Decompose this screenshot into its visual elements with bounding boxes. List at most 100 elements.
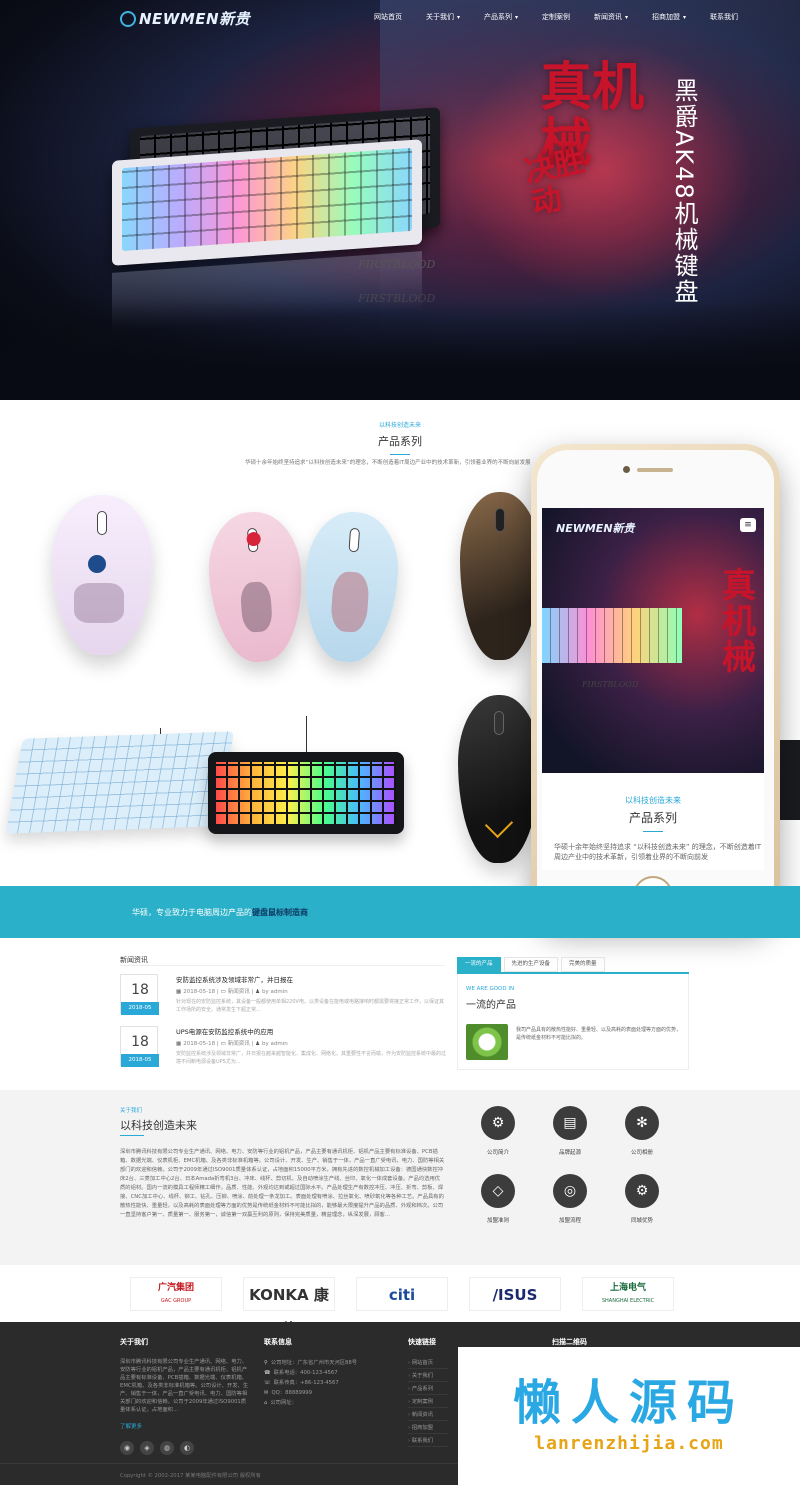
about-title: 以科技创造未来 <box>120 1119 197 1132</box>
nav-item-2[interactable]: 产品系列 ▾ <box>472 12 530 22</box>
news-month: 2018-05 <box>121 1002 159 1015</box>
feature-tabs: 一流的产品 先进的生产设备 完美的质量 <box>457 957 687 972</box>
about-kicker: 关于我们 <box>120 1108 143 1114</box>
footer-quick-links: 网站首页关于我们产品系列定制案例新闻资讯招商加盟联系我们 <box>408 1356 448 1447</box>
news-item[interactable]: 18 2018-05 UPS电源在安防监控系统中的应用 ▦ 2018-05-18 | ▭… <box>120 1026 450 1084</box>
calendar-icon: ▦ <box>176 1041 182 1047</box>
tab-0[interactable]: 一流的产品 <box>457 957 501 972</box>
news-day: 18 <box>131 1034 149 1050</box>
partner-logo[interactable]: 上海电气 SHANGHAI ELECTRIC <box>582 1277 674 1311</box>
share-icon[interactable]: ◐ <box>180 1441 194 1455</box>
phone-screen: NEWMEN新贵 ≡ 真机械 FIRSTBLOOD 以科技创造未来 产品系列 华… <box>542 508 764 870</box>
partner-logo[interactable]: /ISUS <box>469 1277 561 1311</box>
calendar-icon: ▦ <box>176 989 182 995</box>
phone-speaker <box>637 468 673 472</box>
hero-subtitle: 黑爵AK48机械键盘 <box>670 78 698 305</box>
nav-item-0[interactable]: 网站首页 <box>362 12 414 22</box>
contact-row: ☎ 联系电话：400-123-4567 <box>264 1368 338 1376</box>
quick-link[interactable]: 网站首页 <box>408 1356 448 1369</box>
phone-logo[interactable]: NEWMEN新贵 <box>556 520 635 536</box>
qq-icon[interactable]: ◍ <box>160 1441 174 1455</box>
product-mouse-brown[interactable] <box>460 492 540 660</box>
product-mouse-black-gaming[interactable] <box>458 695 540 863</box>
news-date-box: 18 2018-05 <box>120 1026 159 1067</box>
qq-icon: ✉ <box>264 1390 269 1396</box>
news-category[interactable]: 新闻资讯 <box>228 1041 250 1047</box>
news-category[interactable]: 新闻资讯 <box>228 989 250 995</box>
news-excerpt: 针对现在的安防监控系统，其设备一般都使用单相220V电。以类设备在能电或电路接响… <box>176 999 444 1013</box>
phone-icon: ☎ <box>264 1370 271 1376</box>
tab-panel-kicker: WE ARE GOOD IN <box>466 986 515 992</box>
partner-sub: GAC GROUP <box>160 1298 192 1304</box>
quick-link[interactable]: 产品系列 <box>408 1382 448 1395</box>
feature-0[interactable]: ⚙ 公司简介 <box>468 1106 528 1156</box>
watermark-domain: lanrenzhijia.com <box>534 1433 724 1454</box>
phone-keyboard-brand: FIRSTBLOOD <box>582 680 639 689</box>
partner-sub: SHANGHAI ELECTRIC <box>601 1298 655 1304</box>
partner-logos: 广汽集团 GAC GROUP KONKA 康佳 citi/ISUS 上海电气 SHANGH… <box>0 1265 800 1338</box>
news-date: 2018-05-18 <box>183 1041 216 1047</box>
quick-link[interactable]: 新闻资讯 <box>408 1408 448 1421</box>
partner-name: citi <box>388 1286 416 1304</box>
news-excerpt: 安防监控系统涉及领域非常广，并日报在越来越智能化、集成化、网络化。其重要性不言而… <box>176 1051 447 1065</box>
quick-link[interactable]: 招商加盟 <box>408 1421 448 1434</box>
products-divider <box>390 454 410 455</box>
hero-keyboard-white <box>112 139 422 266</box>
nav-item-1[interactable]: 关于我们 ▾ <box>414 12 472 22</box>
footer-contact-title: 联系信息 <box>264 1338 292 1346</box>
products-kicker: 以科技创造未来 <box>378 422 421 429</box>
phone-hero-keyboard <box>542 608 682 663</box>
nav-item-label: 招商加盟 <box>652 13 681 21</box>
feature-label: 加盟流程 <box>558 1218 581 1224</box>
logo-mark-icon <box>120 11 136 27</box>
product-mouse-pink[interactable] <box>204 508 308 666</box>
news-author: by admin <box>262 1041 288 1047</box>
partner-logo[interactable]: citi <box>356 1277 448 1311</box>
wechat-icon[interactable]: ◉ <box>120 1441 134 1455</box>
feature-3[interactable]: ◇ 加盟准则 <box>468 1174 528 1224</box>
tab-1[interactable]: 先进的生产设备 <box>503 957 559 972</box>
nav-item-3[interactable]: 定制案例 <box>530 12 582 22</box>
tab-2[interactable]: 完美的质量 <box>561 957 605 972</box>
phone-kicker: 以科技创造未来 <box>625 796 681 805</box>
feature-4[interactable]: ◎ 加盟流程 <box>540 1174 600 1224</box>
news-headline[interactable]: UPS电源在安防监控系统中的应用 <box>176 1026 273 1036</box>
news-meta: ▦ 2018-05-18 | ▭ 新闻资讯 | ♟ by admin <box>176 1041 288 1047</box>
partner-logo[interactable]: KONKA 康佳 <box>243 1277 335 1338</box>
gears-icon: ⚙ <box>625 1174 659 1208</box>
news-day: 18 <box>131 982 149 998</box>
folder-icon: ▭ <box>220 989 226 995</box>
nav-item-label: 新闻资讯 <box>594 13 623 21</box>
contact-row: ⚲ 公司地址：广东省广州市天河区88号 <box>264 1358 357 1366</box>
menu-icon[interactable]: ≡ <box>740 518 756 532</box>
contact-row: ⌂ 公司网址： <box>264 1398 297 1406</box>
weibo-icon[interactable]: ◈ <box>140 1441 154 1455</box>
feature-2[interactable]: ✻ 公司相册 <box>612 1106 672 1156</box>
footer-more-link[interactable]: 了解更多 <box>120 1422 142 1430</box>
product-mouse-blue[interactable] <box>299 508 403 666</box>
product-mouse-white[interactable] <box>52 495 152 655</box>
quick-link[interactable]: 定制案例 <box>408 1395 448 1408</box>
chevron-down-icon: ▾ <box>457 14 461 21</box>
feature-1[interactable]: ▤ 品牌起源 <box>540 1106 600 1156</box>
news-date-box: 18 2018-05 <box>120 974 159 1015</box>
tab-panel: WE ARE GOOD IN 一流的产品 我司产品具有的散热性能好、重量轻、以及… <box>457 974 689 1070</box>
partner-logo[interactable]: 广汽集团 GAC GROUP <box>130 1277 222 1311</box>
chevron-down-icon: ▾ <box>625 14 629 21</box>
site-logo[interactable]: NEWMEN新贵 <box>120 8 250 29</box>
nav-item-label: 联系我们 <box>710 13 739 21</box>
phone-title: 产品系列 <box>628 811 677 825</box>
partner-name: 广汽集团 <box>157 1283 194 1293</box>
quick-link[interactable]: 联系我们 <box>408 1434 448 1447</box>
footer-about-title: 关于我们 <box>120 1338 148 1346</box>
partner-name: /ISUS <box>492 1286 538 1304</box>
quick-link[interactable]: 关于我们 <box>408 1369 448 1382</box>
nav-item-6[interactable]: 联系我们 <box>698 12 750 22</box>
news-item[interactable]: 18 2018-05 安防监控系统涉及领域非常广，并日报在 ▦ 2018-05-18 |… <box>120 974 450 1032</box>
product-keyboard-white[interactable] <box>5 731 235 834</box>
nav-item-5[interactable]: 招商加盟 ▾ <box>640 12 698 22</box>
nav-item-4[interactable]: 新闻资讯 ▾ <box>582 12 640 22</box>
product-keyboard-rgb[interactable] <box>208 752 404 834</box>
news-headline[interactable]: 安防监控系统涉及领域非常广，并日报在 <box>176 974 293 984</box>
feature-5[interactable]: ⚙ 同城优势 <box>612 1174 672 1224</box>
